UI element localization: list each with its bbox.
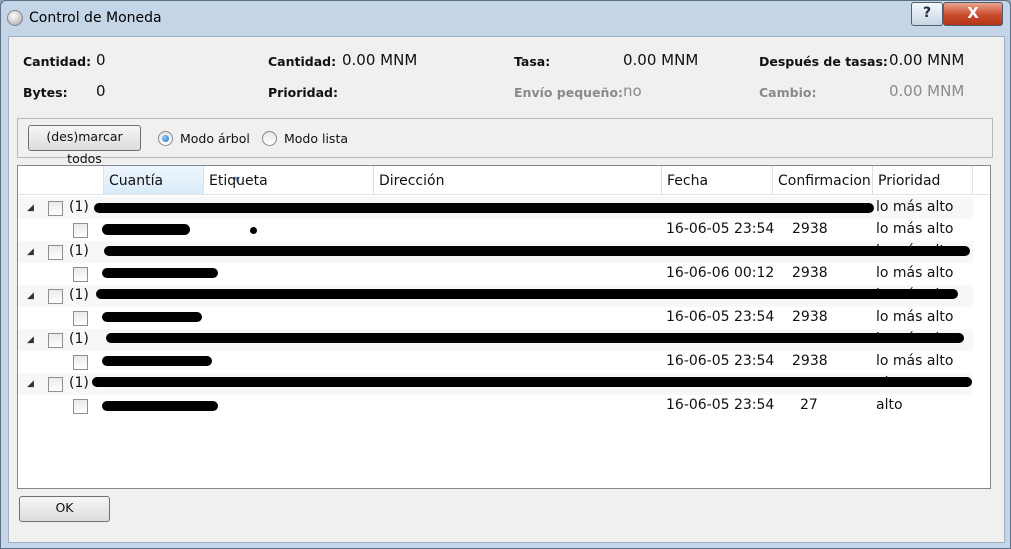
- redaction-mark: [104, 246, 970, 256]
- tree-row[interactable]: ◢ (1) lo más alto: [18, 329, 973, 351]
- redaction-mark: [102, 401, 218, 411]
- header-confirmacion[interactable]: Confirmacion: [773, 166, 873, 194]
- row-priority: lo más alto: [876, 221, 954, 237]
- row-date: 16-06-05 23:54: [666, 353, 775, 369]
- row-date: 16-06-05 23:54: [666, 221, 775, 237]
- expander-icon[interactable]: ◢: [27, 247, 34, 257]
- row-date: 16-06-06 00:12: [666, 265, 775, 281]
- tree-row[interactable]: 16-06-05 23:54 27 alto: [18, 395, 973, 417]
- despues-de-tasas-value: 0.00 MNM: [889, 51, 965, 69]
- row-checkbox[interactable]: [73, 311, 88, 326]
- despues-de-tasas-label: Después de tasas:: [759, 54, 888, 69]
- redaction-mark: [102, 356, 212, 366]
- row-priority: lo más alto: [876, 265, 954, 281]
- coin-control-window: Control de Moneda ? X Cantidad: 0 Bytes:…: [0, 0, 1011, 549]
- row-confirmations: 2938: [792, 353, 828, 369]
- header-direccion[interactable]: Dirección: [374, 166, 662, 194]
- redaction-mark: [250, 227, 257, 234]
- header-fecha[interactable]: Fecha: [662, 166, 773, 194]
- row-checkbox[interactable]: [48, 201, 63, 216]
- toggle-all-button[interactable]: (des)marcar todos: [28, 125, 141, 166]
- redaction-mark: [102, 224, 190, 235]
- redaction-mark: [92, 377, 972, 387]
- tree-header: ▼ Cuantía Etiqueta Dirección Fecha Confi…: [18, 166, 990, 195]
- tasa-label: Tasa:: [514, 54, 551, 69]
- row-checkbox[interactable]: [48, 377, 63, 392]
- app-icon: [7, 10, 23, 26]
- row-confirmations: 2938: [792, 221, 828, 237]
- window-title: Control de Moneda: [29, 10, 162, 26]
- tree-row[interactable]: ◢ (1) lo más alto: [18, 241, 973, 263]
- bytes-label: Bytes:: [23, 85, 68, 100]
- header-prioridad[interactable]: Prioridad: [873, 166, 973, 194]
- redaction-mark: [102, 312, 202, 322]
- row-priority: lo más alto: [876, 353, 954, 369]
- row-checkbox[interactable]: [73, 267, 88, 282]
- group-count: (1): [69, 375, 89, 391]
- redaction-mark: [96, 289, 958, 299]
- group-count: (1): [69, 287, 89, 303]
- dialog-client-area: Cantidad: 0 Bytes: 0 Cantidad: 0.00 MNM …: [8, 36, 1005, 543]
- amount-value: 0.00 MNM: [342, 51, 418, 69]
- expander-icon[interactable]: ◢: [27, 291, 34, 301]
- row-confirmations: 27: [800, 397, 818, 413]
- tasa-value: 0.00 MNM: [623, 51, 699, 69]
- group-count: (1): [69, 199, 89, 215]
- cantidad-label: Cantidad:: [23, 54, 92, 69]
- redaction-mark: [102, 268, 218, 278]
- ok-button[interactable]: OK: [19, 496, 110, 522]
- tree-row[interactable]: 16-06-05 23:54 2938 lo más alto: [18, 351, 973, 373]
- help-button[interactable]: ?: [911, 2, 943, 26]
- tree-row[interactable]: ◢ (1) lo más alto: [18, 285, 973, 307]
- row-date: 16-06-05 23:54: [666, 309, 775, 325]
- tree-row[interactable]: 16-06-05 23:54 2938 lo más alto: [18, 219, 973, 241]
- row-checkbox[interactable]: [48, 245, 63, 260]
- envio-pequeno-value: no: [623, 82, 642, 100]
- redaction-mark: [94, 203, 874, 213]
- selection-toolbar: (des)marcar todos Modo árbol Modo lista: [17, 118, 993, 166]
- header-etiqueta[interactable]: Etiqueta: [204, 166, 374, 194]
- envio-pequeno-label: Envío pequeño:: [514, 85, 624, 100]
- amount-label: Cantidad:: [268, 54, 337, 69]
- list-mode-radio[interactable]: [262, 131, 277, 146]
- tree-row[interactable]: ◢ (1) lo más alto: [18, 197, 973, 219]
- row-priority: alto: [876, 397, 903, 413]
- prioridad-label: Prioridad:: [268, 85, 338, 100]
- redaction-mark: [106, 333, 964, 343]
- bytes-value: 0: [96, 82, 106, 100]
- tree-row[interactable]: ◢ (1) alto: [18, 373, 973, 395]
- expander-icon[interactable]: ◢: [27, 379, 34, 389]
- row-priority: lo más alto: [876, 309, 954, 325]
- row-confirmations: 2938: [792, 309, 828, 325]
- row-date: 16-06-05 23:54: [666, 397, 775, 413]
- tree-row[interactable]: 16-06-06 00:12 2938 lo más alto: [18, 263, 973, 285]
- expander-icon[interactable]: ◢: [27, 335, 34, 345]
- row-checkbox[interactable]: [73, 399, 88, 414]
- cambio-value: 0.00 MNM: [889, 82, 965, 100]
- tree-mode-radio[interactable]: [158, 131, 173, 146]
- row-checkbox[interactable]: [73, 223, 88, 238]
- row-priority: lo más alto: [876, 199, 954, 215]
- row-confirmations: 2938: [792, 265, 828, 281]
- group-count: (1): [69, 331, 89, 347]
- title-bar[interactable]: Control de Moneda ? X: [1, 1, 1010, 35]
- tree-mode-label[interactable]: Modo árbol: [180, 131, 250, 146]
- cambio-label: Cambio:: [759, 85, 817, 100]
- cantidad-value: 0: [96, 51, 106, 69]
- row-checkbox[interactable]: [48, 333, 63, 348]
- header-checkbox-column: [18, 166, 104, 194]
- tree-row[interactable]: 16-06-05 23:54 2938 lo más alto: [18, 307, 973, 329]
- list-mode-label[interactable]: Modo lista: [284, 131, 348, 146]
- group-count: (1): [69, 243, 89, 259]
- row-checkbox[interactable]: [73, 355, 88, 370]
- expander-icon[interactable]: ◢: [27, 203, 34, 213]
- close-button[interactable]: X: [943, 2, 1003, 26]
- header-cuantia[interactable]: ▼ Cuantía: [104, 166, 240, 194]
- coin-tree-view[interactable]: ▼ Cuantía Etiqueta Dirección Fecha Confi…: [17, 165, 991, 489]
- row-checkbox[interactable]: [48, 289, 63, 304]
